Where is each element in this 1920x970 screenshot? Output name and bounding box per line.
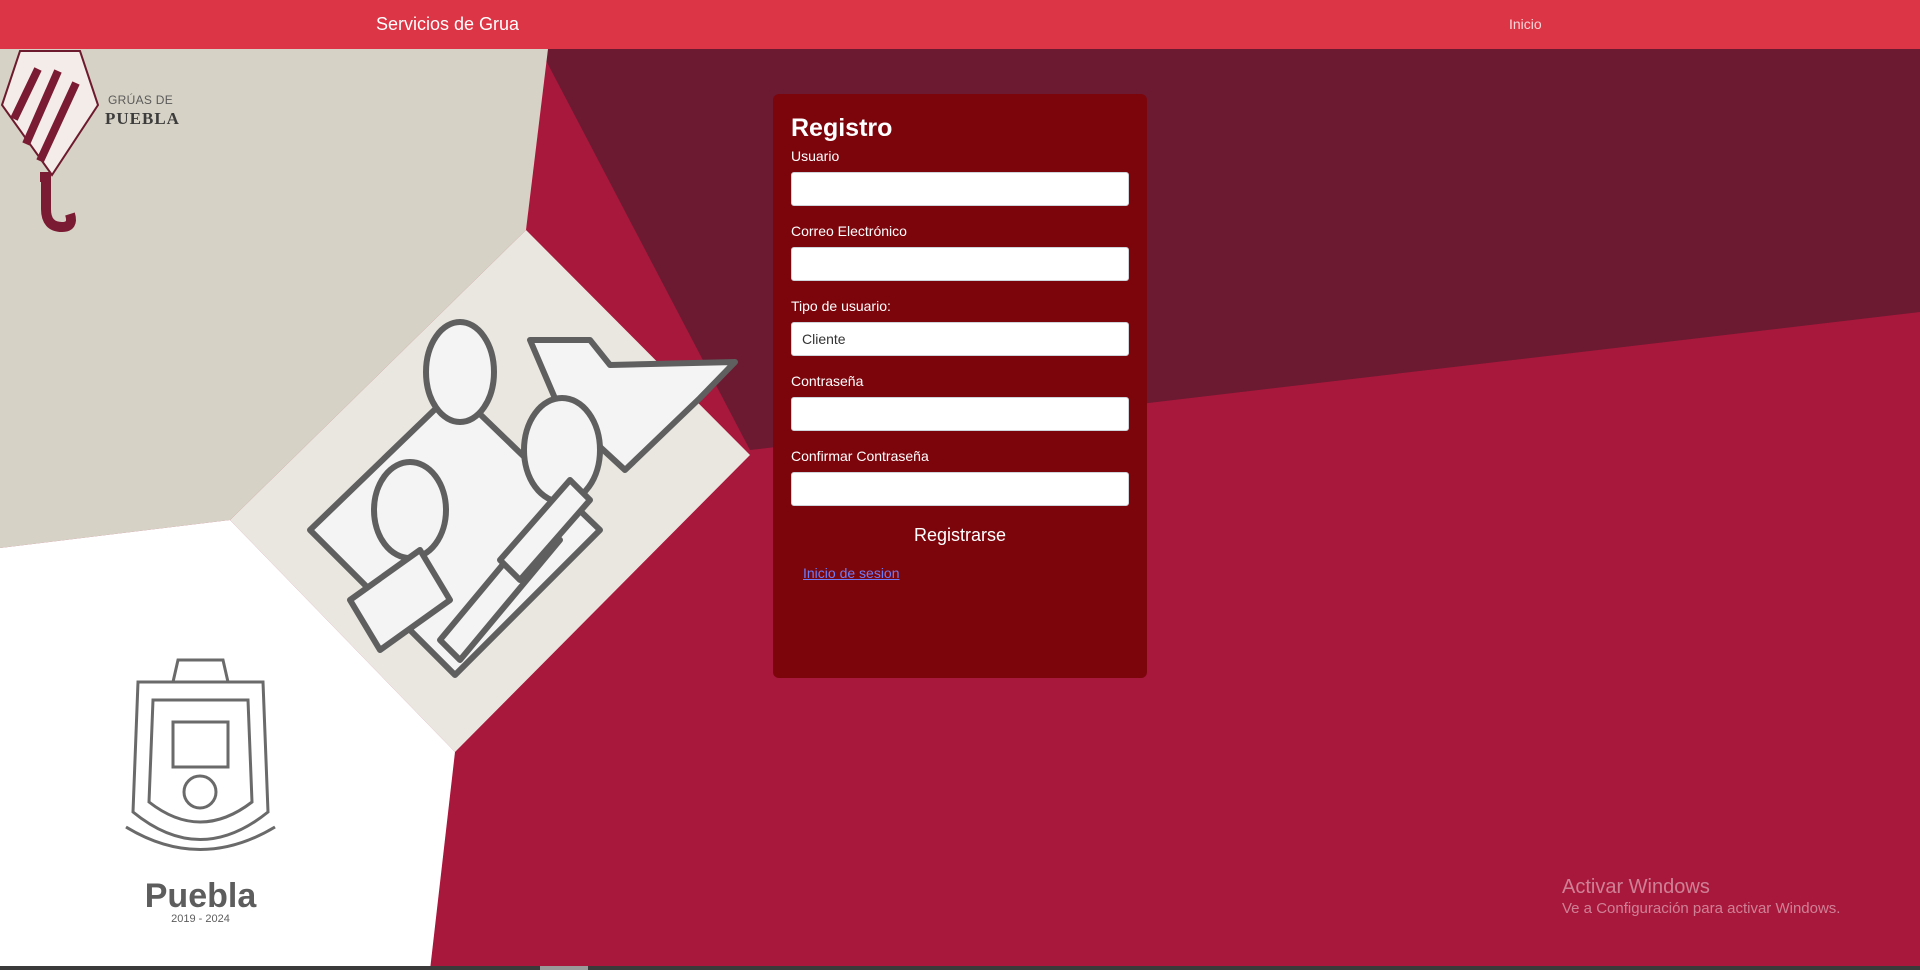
username-label: Usuario [791, 148, 840, 164]
register-title: Registro [791, 114, 893, 142]
coat-years: 2019 - 2024 [171, 913, 230, 925]
crane-hook-icon [0, 50, 100, 233]
confirm-password-label: Confirmar Contraseña [791, 448, 929, 464]
password-input[interactable] [791, 397, 1129, 431]
email-input[interactable] [791, 247, 1129, 281]
gruas-logo: GRÚAS DE PUEBLA [0, 49, 180, 234]
nav-link-inicio[interactable]: Inicio [1509, 16, 1542, 32]
username-input[interactable] [791, 172, 1129, 206]
user-type-select[interactable]: Cliente [791, 322, 1129, 356]
coat-of-arms-icon [125, 658, 276, 851]
top-navbar: Servicios de Grua Inicio [0, 0, 1920, 49]
email-label: Correo Electrónico [791, 223, 907, 239]
activation-watermark: Activar Windows Ve a Configuración para … [1562, 875, 1840, 919]
watermark-title: Activar Windows [1562, 876, 1710, 898]
logo-text-gruas: GRÚAS DE [108, 93, 174, 107]
user-type-label: Tipo de usuario: [791, 298, 891, 314]
register-button[interactable]: Registrarse [791, 523, 1129, 547]
confirm-password-input[interactable] [791, 472, 1129, 506]
password-label: Contraseña [791, 373, 864, 389]
puebla-coat-of-arms: Puebla 2019 - 2024 [118, 652, 283, 927]
bottom-scrollbar-strip [0, 966, 1920, 970]
register-card: Registro Usuario Correo Electrónico Tipo… [773, 94, 1147, 678]
login-link[interactable]: Inicio de sesion [803, 565, 900, 581]
logo-text-puebla: PUEBLA [105, 109, 180, 128]
coat-name: Puebla [144, 877, 257, 915]
watermark-subtitle: Ve a Configuración para activar Windows. [1562, 900, 1841, 917]
brand-link[interactable]: Servicios de Grua [376, 14, 519, 35]
scrollbar-thumb[interactable] [540, 966, 588, 970]
